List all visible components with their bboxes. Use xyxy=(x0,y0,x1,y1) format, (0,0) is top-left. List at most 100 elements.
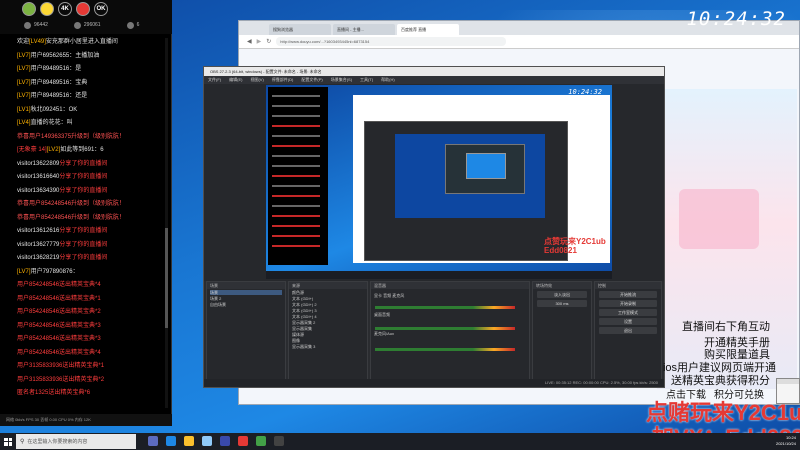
preview-chat-line xyxy=(272,175,320,177)
browser-tab[interactable]: 直播间 - 主播... xyxy=(333,24,395,35)
scene-item[interactable]: 自由场景 xyxy=(210,302,282,307)
preview-chat-line xyxy=(272,225,320,227)
source-item[interactable]: 媒体源 xyxy=(292,332,364,337)
forward-icon[interactable]: ▶ xyxy=(257,38,262,45)
obs-menu-tools[interactable]: 工具(T) xyxy=(360,77,373,83)
chat-message-prefix: visitor13612616 xyxy=(17,228,60,234)
chat-message: [LV7]用户89489516：还是 xyxy=(17,92,87,100)
chat-tool-yellow-icon[interactable] xyxy=(40,2,54,16)
obs-menu-edit[interactable]: 编辑(E) xyxy=(229,77,242,83)
chat-message-text: 分享了你的直播间 xyxy=(59,241,108,248)
gift-count: 6 xyxy=(136,22,140,28)
refresh-icon[interactable]: ↻ xyxy=(266,38,271,45)
chat-scrollbar[interactable] xyxy=(165,38,168,408)
browser-address-bar: ◀ ▶ ↻ http://www.douyu.com/...?160349344… xyxy=(239,35,799,49)
browser-tab-active[interactable]: 百度推荐 直播 xyxy=(397,24,459,35)
audio-meter xyxy=(375,306,515,309)
chat-message-prefix: 恭喜用户85424854 xyxy=(17,201,68,207)
browser-tab[interactable]: 搜狗浏览器 xyxy=(269,24,331,35)
transition-duration-input[interactable]: 300 ms xyxy=(537,300,587,307)
obs-icon[interactable] xyxy=(274,436,284,446)
scenes-dock-title: 场景 xyxy=(207,282,285,289)
preview-nested-preview-2 xyxy=(466,153,506,179)
obs-menu-scene-collection[interactable]: 场景集合(S) xyxy=(331,77,352,83)
chat-message-level: [LV1] xyxy=(17,106,31,113)
source-item[interactable]: 文本 (GDI+) 3 xyxy=(292,308,364,313)
controls-dock-title: 控制 xyxy=(595,282,661,289)
app-icon[interactable] xyxy=(220,436,230,446)
mixer-channel-label: 桌面音频 xyxy=(374,312,390,317)
mixer-channel-label: 显卡 音频 麦克风 xyxy=(374,293,405,298)
obs-menu-profile[interactable]: 配置文件(P) xyxy=(301,77,322,83)
exit-button[interactable]: 退出 xyxy=(599,327,657,334)
taskbar-search-box[interactable]: ⚲ 在这里输入你要搜索的内容 xyxy=(16,434,136,449)
fire-icon xyxy=(24,21,31,29)
settings-button[interactable]: 设置 xyxy=(599,318,657,325)
obs-menu-bar: 文件(F) 编辑(E) 视图(V) 停靠部件(D) 配置文件(P) 场景集合(S… xyxy=(204,76,664,84)
chat-message: 用户854248546送出精英宝典*2 xyxy=(17,308,101,316)
studio-mode-button[interactable]: 工作室模式 xyxy=(599,309,657,316)
source-item[interactable]: 文本 (GDI+) xyxy=(292,296,364,301)
obs-menu-docks[interactable]: 停靠部件(D) xyxy=(272,77,294,83)
chat-tool-red-icon[interactable] xyxy=(76,2,90,16)
chat-message-text: 6送出精英宝典*1 xyxy=(55,295,101,302)
source-item[interactable]: 文本 (GDI+) 2 xyxy=(292,302,364,307)
chat-message: 恭喜用户149363375升级到（级别肮肮！ xyxy=(17,133,125,141)
chat-message-prefix: 用户85424854 xyxy=(17,349,56,356)
scene-item[interactable]: 场景 2 xyxy=(210,296,282,301)
obs-window[interactable]: OBS 27.2.3 (64-bit, windows) - 配置文件: 未命名… xyxy=(203,66,665,388)
file-explorer-icon[interactable] xyxy=(184,436,194,446)
chat-message-level: [LV7] xyxy=(17,66,31,72)
preview-chat-line xyxy=(272,155,320,157)
tray-clock[interactable]: 10:24 2021/10/24 xyxy=(776,435,796,447)
sources-dock: 来源 颜色源 文本 (GDI+) 文本 (GDI+) 2 文本 (GDI+) 3… xyxy=(288,281,368,387)
source-item[interactable]: 显示器采集 3 xyxy=(292,344,364,349)
start-recording-button[interactable]: 开始录制 xyxy=(599,300,657,307)
back-icon[interactable]: ◀ xyxy=(247,38,252,45)
search-icon: ⚲ xyxy=(20,439,25,445)
chat-scroll-thumb[interactable] xyxy=(165,228,168,328)
obs-menu-help[interactable]: 帮助(H) xyxy=(381,77,395,83)
chat-message-text: 安充那群小居里进入直播间 xyxy=(45,39,118,45)
store-icon[interactable] xyxy=(202,436,212,446)
task-view-icon[interactable] xyxy=(148,436,158,446)
chat-message-list[interactable]: 欢迎[LV49]安充那群小居里进入直播间 [LV7]用户69562655：主播加油… xyxy=(0,38,166,410)
obs-menu-file[interactable]: 文件(F) xyxy=(208,77,221,83)
obs-title-bar: OBS 27.2.3 (64-bit, windows) - 配置文件: 未命名… xyxy=(204,67,664,76)
chat-message-prefix: 用户85424854 xyxy=(17,295,56,302)
chat-message-prefix: 用户85424854 xyxy=(17,322,56,329)
chat-message: [LV7]用户69562655：主播加油 xyxy=(17,52,99,60)
app-icon[interactable] xyxy=(238,436,248,446)
chat-message: 用户854248546送出精英宝典*4 xyxy=(17,349,101,357)
chat-tool-green-icon[interactable] xyxy=(22,2,36,16)
mini-popup-window[interactable] xyxy=(776,378,800,404)
preview-chat-line xyxy=(272,125,320,127)
scene-item[interactable]: 场景 xyxy=(210,290,282,295)
source-item[interactable]: 颜色源 xyxy=(292,290,364,295)
app-icon[interactable] xyxy=(256,436,266,446)
chat-status-bar: 网络 0kb/s FPS 30 丢帧 0.00 CPU 0% 内存 12K xyxy=(0,414,172,426)
controls-dock: 控制 开始推流 开始录制 工作室模式 设置 退出 xyxy=(594,281,662,387)
source-item[interactable]: 文本 (GDI+) 4 xyxy=(292,314,364,319)
transition-select[interactable]: 淡入淡出 xyxy=(537,291,587,298)
chat-message: [LV4]直播的花花：叫 xyxy=(17,119,73,127)
obs-preview[interactable]: 10:24:32 点赞玩来Y2C1ub Edd0821 xyxy=(266,85,612,279)
preview-chat-line xyxy=(272,235,320,237)
source-item[interactable]: 显示器采集 2 xyxy=(292,320,364,325)
source-item[interactable]: 图像 xyxy=(292,338,364,343)
page-promo-card[interactable] xyxy=(679,189,759,249)
chat-tool-4k-icon[interactable]: 4K xyxy=(58,2,72,16)
source-item[interactable]: 显示器采集 xyxy=(292,326,364,331)
edge-icon[interactable] xyxy=(166,436,176,446)
url-input[interactable]: http://www.douyu.com/...?1603493445nl=68… xyxy=(276,37,507,46)
preview-overlay-text: 点赞玩来Y2C1ub Edd0821 xyxy=(544,237,606,255)
tray-date: 2021/10/24 xyxy=(775,441,796,446)
obs-menu-view[interactable]: 视图(V) xyxy=(250,77,263,83)
chat-message-text: 秋北092451：OK xyxy=(30,106,78,113)
preview-overlay-line: Edd0821 xyxy=(544,246,577,255)
preview-obs-window xyxy=(364,121,568,261)
start-streaming-button[interactable]: 开始推流 xyxy=(599,291,657,298)
chat-message: 用户3135833936送出精英宝典*1 xyxy=(17,362,104,370)
chat-tool-ok-icon[interactable]: OK xyxy=(94,2,108,16)
start-button[interactable] xyxy=(0,433,16,450)
